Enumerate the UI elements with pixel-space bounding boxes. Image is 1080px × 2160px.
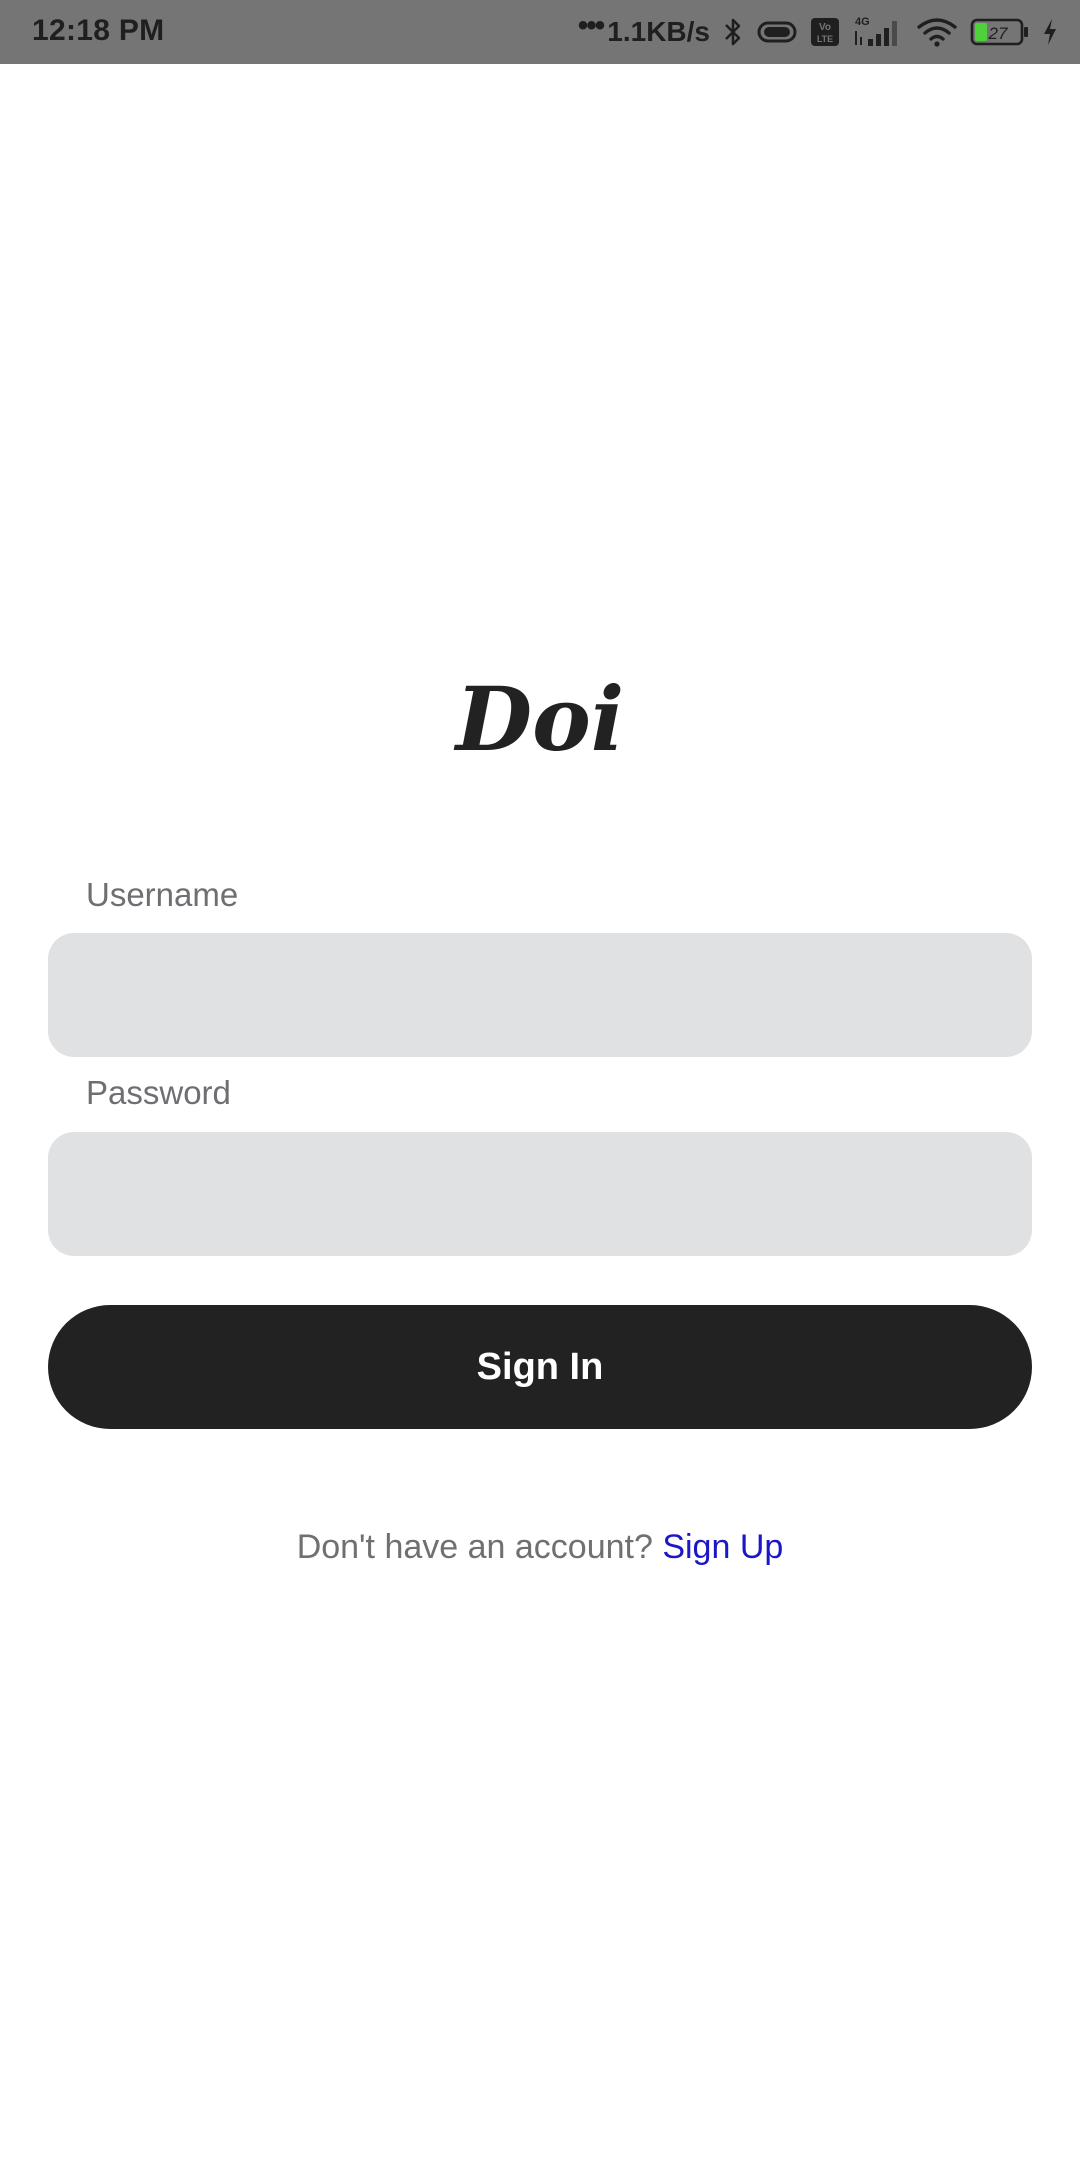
logo-wordmark: Doi xyxy=(453,667,624,771)
sign-up-link[interactable]: Sign Up xyxy=(662,1528,783,1566)
sign-in-button[interactable]: Sign In xyxy=(48,1305,1032,1429)
password-input[interactable] xyxy=(48,1132,1032,1256)
svg-text:27: 27 xyxy=(988,24,1008,43)
signal-icon: 4G xyxy=(852,15,904,49)
username-input[interactable] xyxy=(48,933,1032,1057)
bluetooth-icon xyxy=(722,16,744,48)
svg-text:4G: 4G xyxy=(855,16,870,28)
charging-icon xyxy=(1042,18,1058,46)
svg-text:Doi: Doi xyxy=(453,667,624,770)
status-icons: ••• 1.1KB/s Vo LTE 4G 27 xyxy=(578,9,1058,54)
vibrate-icon xyxy=(756,17,798,47)
dots-icon: ••• xyxy=(577,9,605,42)
volte-icon: Vo LTE xyxy=(810,17,840,47)
network-speed: ••• 1.1KB/s xyxy=(578,9,710,49)
network-speed-text: 1.1KB/s xyxy=(607,16,710,47)
svg-text:Vo: Vo xyxy=(819,22,831,33)
status-bar: 12:18 PM ••• 1.1KB/s Vo LTE 4G 27 xyxy=(0,0,1080,64)
battery-icon: 27 xyxy=(970,17,1030,47)
password-label: Password xyxy=(86,1074,231,1111)
svg-text:LTE: LTE xyxy=(817,34,833,44)
app-logo: Doi xyxy=(0,660,1080,775)
sign-up-prompt-text: Don't have an account? xyxy=(296,1528,653,1566)
sign-up-prompt: Don't have an account? Sign Up xyxy=(0,1528,1080,1567)
username-label: Username xyxy=(86,876,239,913)
sign-in-screen: 12:18 PM ••• 1.1KB/s Vo LTE 4G 27 Doi Us… xyxy=(0,0,1080,2160)
wifi-icon xyxy=(916,16,958,48)
status-time: 12:18 PM xyxy=(32,14,165,47)
